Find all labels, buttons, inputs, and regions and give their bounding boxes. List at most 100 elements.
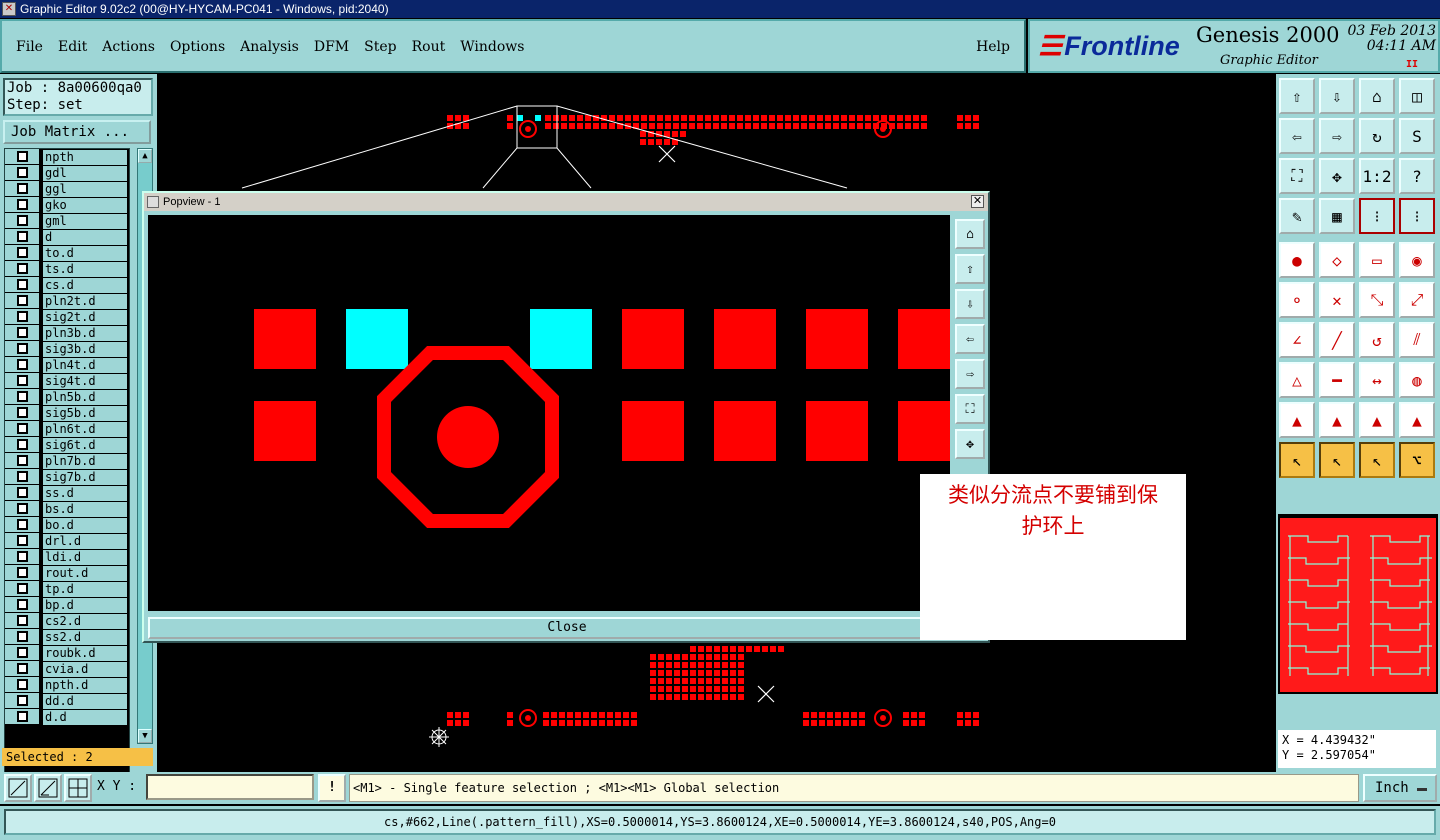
layer-name[interactable]: pln3b.d [43,325,127,341]
pad[interactable] [682,654,688,660]
fiducial-cross-icon[interactable] [429,727,449,747]
layer-checkbox[interactable] [5,357,39,373]
pan-up-button[interactable]: ⇧ [955,254,985,284]
pad[interactable] [690,694,696,700]
pad[interactable] [682,678,688,684]
pad[interactable] [729,115,735,121]
layer-row[interactable]: pln4t.d [5,357,129,373]
pad[interactable] [698,686,704,692]
layer-name[interactable]: gko [43,197,127,213]
zoom-center-button[interactable]: ✥ [955,429,985,459]
pad[interactable] [835,712,841,718]
popview-zoom-svg[interactable] [148,215,950,611]
pad[interactable] [543,720,549,726]
pad[interactable] [819,712,825,718]
pad[interactable] [583,712,589,718]
pad[interactable] [591,712,597,718]
triangle-2-button[interactable]: ▲ [1319,402,1355,438]
menu-help[interactable]: Help [976,39,1010,55]
pad[interactable] [730,654,736,660]
zoom-home-button[interactable]: ⌂ [955,219,985,249]
pad[interactable] [793,115,799,121]
pad[interactable] [607,712,613,718]
layer-row[interactable]: d.d [5,709,129,725]
pad[interactable] [545,115,551,121]
pad[interactable] [658,678,664,684]
pad[interactable] [463,720,469,726]
pad[interactable] [664,139,670,145]
pad[interactable] [666,694,672,700]
pad[interactable] [801,115,807,121]
layer-row[interactable]: sig6t.d [5,437,129,453]
pad[interactable] [965,712,971,718]
pad[interactable] [849,115,855,121]
layer-row[interactable]: roubk.d [5,645,129,661]
pad[interactable] [777,123,783,129]
layer-name[interactable]: sig3b.d [43,341,127,357]
pad[interactable] [569,115,575,121]
pad[interactable] [957,720,963,726]
layer-row[interactable]: npth [5,149,129,165]
selected-pad[interactable] [535,115,541,121]
pad[interactable] [911,720,917,726]
pad[interactable] [551,720,557,726]
move-down-button[interactable]: ⇩ [1319,78,1355,114]
pad[interactable] [897,123,903,129]
pad[interactable] [722,678,728,684]
pad[interactable] [738,662,744,668]
pad[interactable] [666,662,672,668]
zoom-center-button[interactable]: ✥ [1319,158,1355,194]
via-pad[interactable] [880,715,886,721]
popview-close-button[interactable]: Close [148,617,986,639]
pad[interactable] [650,678,656,684]
pad[interactable] [650,662,656,668]
resize-button[interactable]: ⤡ [1359,282,1395,318]
layer-name[interactable]: rout.d [43,565,127,581]
pad[interactable] [859,712,865,718]
layer-name[interactable]: pln7b.d [43,453,127,469]
pad[interactable] [761,115,767,121]
layer-checkbox[interactable] [5,229,39,245]
layer-row[interactable]: sig7b.d [5,469,129,485]
layer-checkbox[interactable] [5,549,39,565]
pad[interactable] [785,123,791,129]
pad[interactable] [705,123,711,129]
zoom-fit-button[interactable]: ⛶ [1279,158,1315,194]
pad[interactable] [617,115,623,121]
pad[interactable] [905,123,911,129]
help-button[interactable]: ? [1399,158,1435,194]
pad[interactable] [650,694,656,700]
pad[interactable] [730,662,736,668]
layer-row[interactable]: sig4t.d [5,373,129,389]
layer-checkbox[interactable] [5,277,39,293]
pad[interactable] [559,712,565,718]
layer-row[interactable]: pln6t.d [5,421,129,437]
layer-name[interactable]: tp.d [43,581,127,597]
layer-checkbox[interactable] [5,613,39,629]
pad[interactable] [690,662,696,668]
layer-row[interactable]: pln2t.d [5,293,129,309]
pad[interactable] [583,720,589,726]
layer-checkbox[interactable] [5,293,39,309]
measure-button[interactable] [34,774,62,802]
pad[interactable] [633,115,639,121]
layer-row[interactable]: cvia.d [5,661,129,677]
pad[interactable] [843,712,849,718]
pad[interactable] [569,123,575,129]
pad-align-button[interactable]: △ [1279,362,1315,398]
layer-checkbox[interactable] [5,181,39,197]
delete-button[interactable]: ✕ [1319,282,1355,318]
menu-file[interactable]: File [16,39,43,55]
pad[interactable] [666,654,672,660]
layer-row[interactable]: gml [5,213,129,229]
pad[interactable] [631,712,637,718]
pan-right-button[interactable]: ⇨ [955,359,985,389]
pad[interactable] [762,646,768,652]
overview-svg[interactable] [1278,514,1438,694]
layer-checkbox[interactable] [5,469,39,485]
shape-edit-button[interactable]: ◇ [1319,242,1355,278]
layer-name[interactable]: to.d [43,245,127,261]
pad[interactable] [551,712,557,718]
menu-step[interactable]: Step [364,39,396,55]
via-pad[interactable] [525,126,531,132]
